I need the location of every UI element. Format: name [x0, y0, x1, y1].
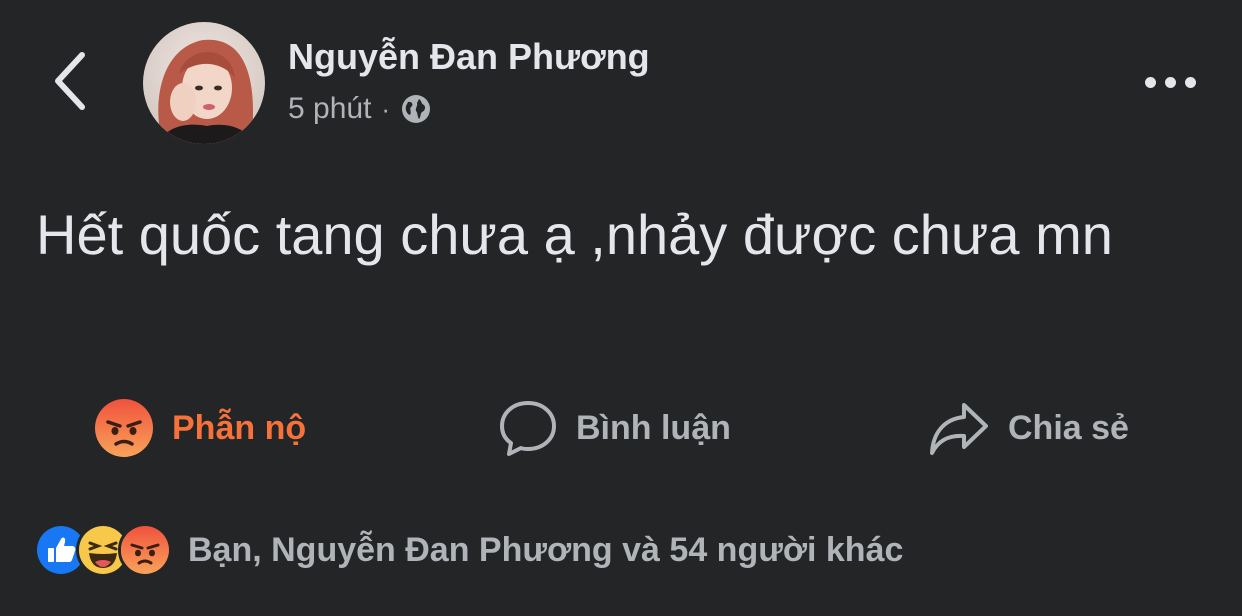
chevron-left-icon: [55, 52, 85, 110]
comment-label: Bình luận: [576, 408, 731, 447]
reactions-summary-text: Bạn, Nguyễn Đan Phương và 54 người khác: [188, 530, 904, 569]
reaction-button[interactable]: Phẫn nộ: [94, 396, 306, 460]
reaction-icons: [34, 523, 172, 577]
angry-icon: [118, 523, 172, 577]
comment-button[interactable]: Bình luận: [498, 396, 731, 460]
post-text: Hết quốc tang chưa ạ ,nhảy được chưa mn: [36, 203, 1113, 266]
share-label: Chia sẻ: [1008, 408, 1129, 447]
share-arrow-icon: [930, 403, 988, 455]
angry-emoji-icon: [95, 399, 153, 457]
post-meta: 5 phút ·: [288, 92, 432, 126]
more-options-button[interactable]: [1130, 62, 1210, 102]
meta-separator: ·: [381, 94, 391, 124]
more-horizontal-icon: [1144, 76, 1196, 88]
back-button[interactable]: [40, 46, 100, 116]
reaction-label: Phẫn nộ: [172, 408, 307, 447]
reactions-summary[interactable]: Bạn, Nguyễn Đan Phương và 54 người khác: [34, 520, 903, 580]
globe-icon: [402, 95, 431, 123]
timestamp: 5 phút: [288, 92, 372, 125]
comment-bubble-icon: [500, 401, 556, 456]
author-name[interactable]: Nguyễn Đan Phương: [288, 36, 650, 78]
share-button[interactable]: Chia sẻ: [928, 396, 1129, 460]
avatar[interactable]: [143, 22, 265, 144]
